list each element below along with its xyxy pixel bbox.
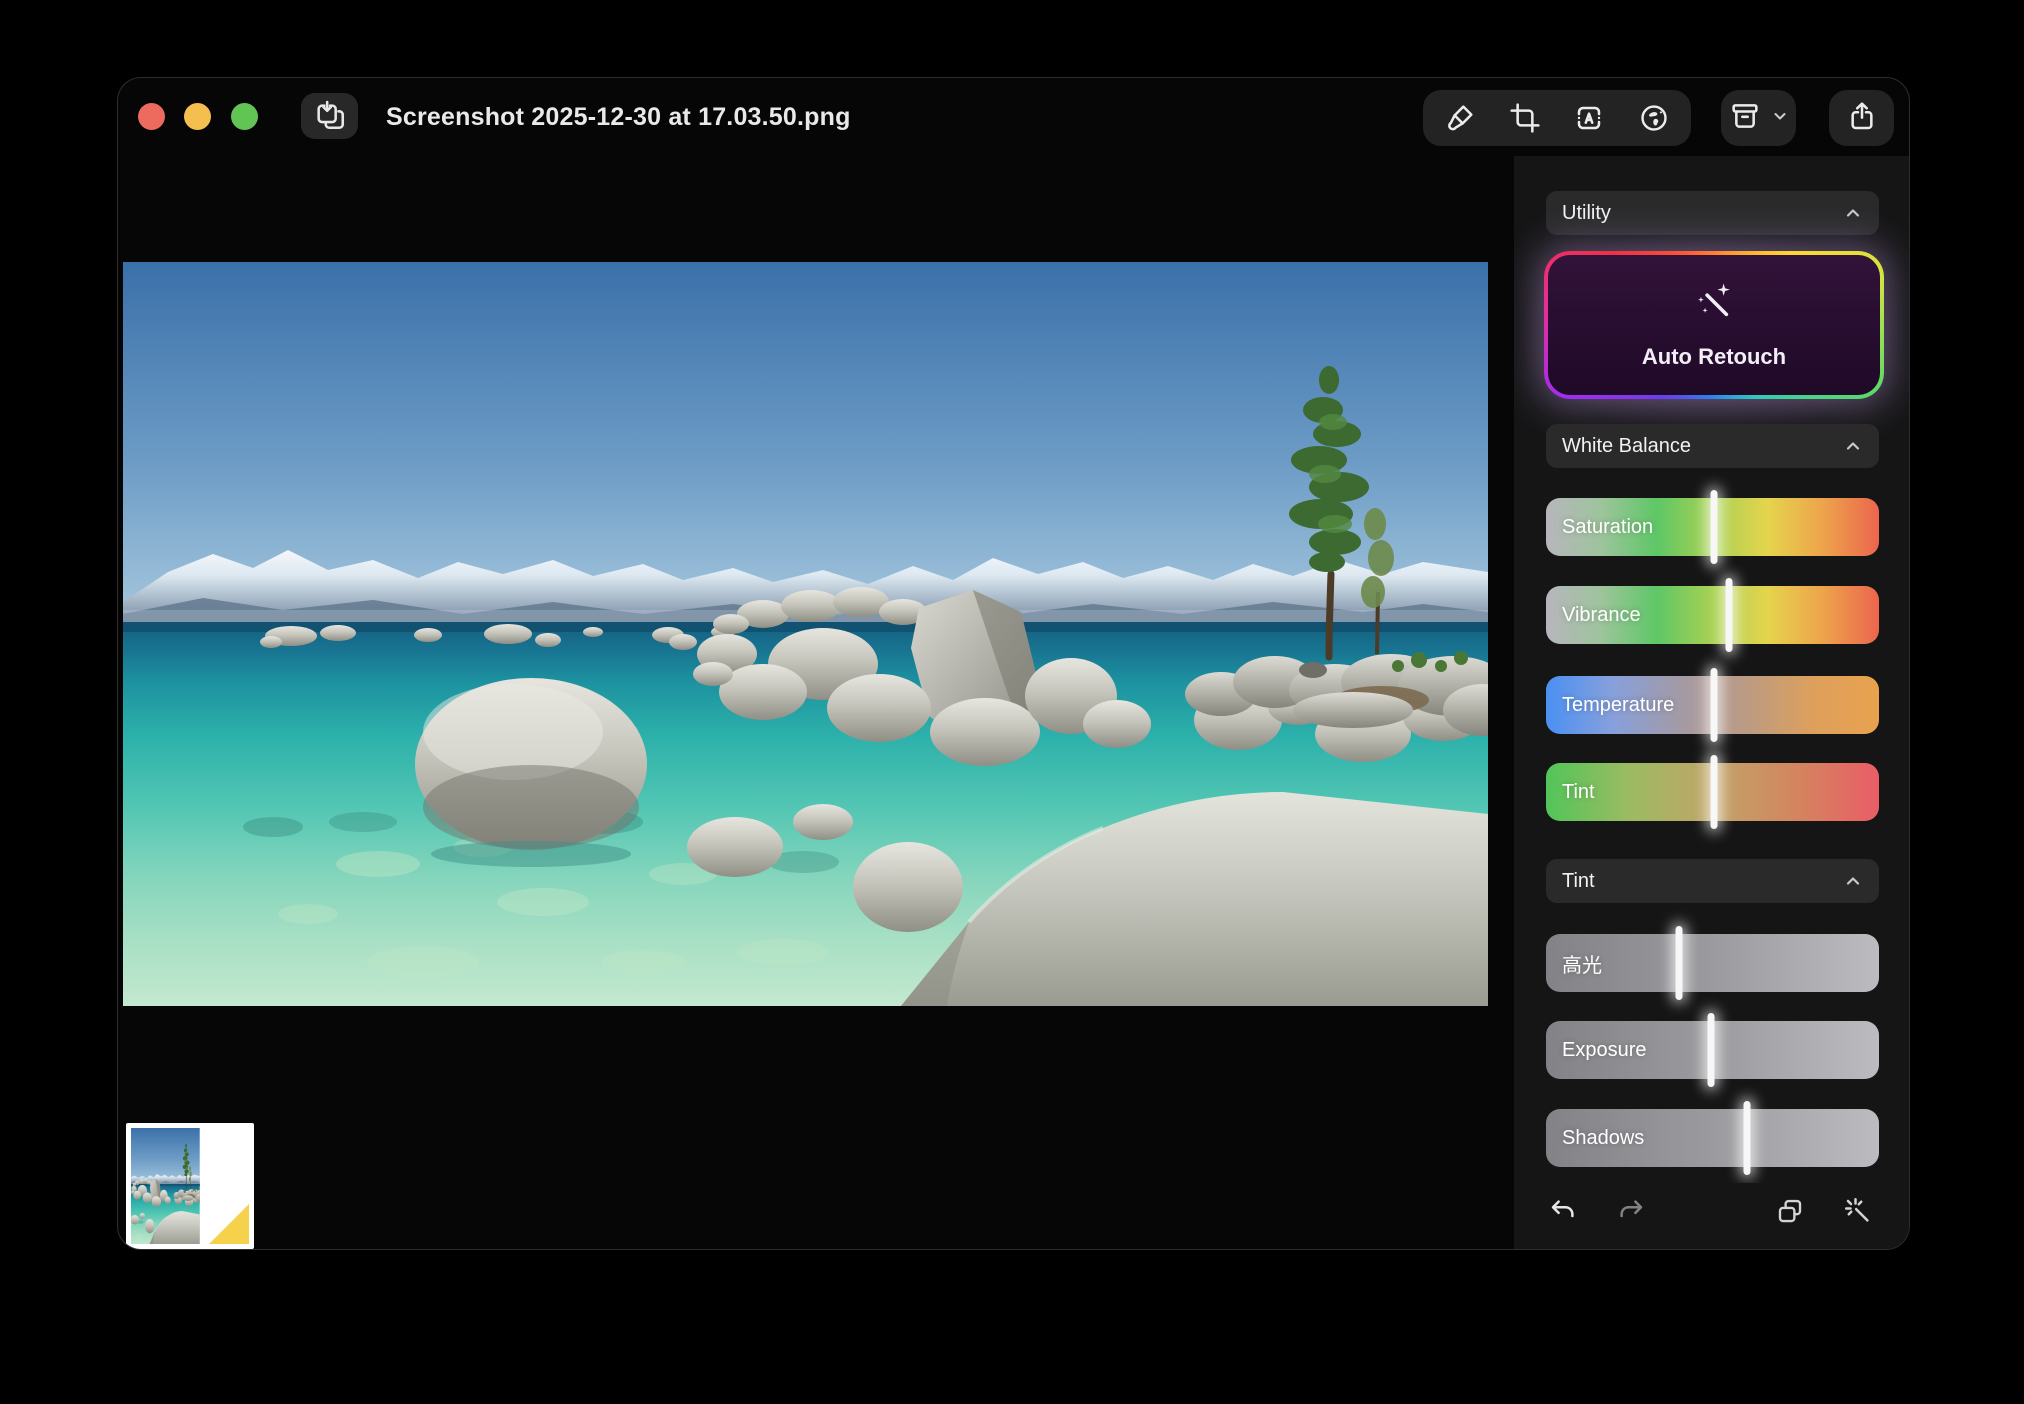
sidebar-footer [1514,1183,1909,1249]
slider-vibrance[interactable]: Vibrance [1546,586,1879,644]
thumbnail-image [131,1128,249,1244]
redo-icon [1616,1196,1646,1226]
close-button[interactable] [138,103,165,130]
archive-dropdown-button[interactable] [1721,90,1796,146]
chevron-up-icon [1843,436,1863,456]
slider-highlights[interactable]: 高光 [1546,934,1879,992]
auto-enhance-button[interactable] [1837,1191,1879,1231]
window-title: Screenshot 2025-12-30 at 17.03.50.png [386,78,851,156]
redo-button[interactable] [1610,1191,1652,1231]
markup-button[interactable] [1433,93,1487,143]
titlebar: Screenshot 2025-12-30 at 17.03.50.png [118,78,1909,156]
save-to-button[interactable] [301,93,358,139]
translate-globe-icon [1638,102,1670,134]
slider-handle[interactable] [1711,490,1718,564]
slider-handle[interactable] [1726,578,1733,652]
auto-enhance-icon [1843,1196,1873,1226]
live-text-button[interactable] [1562,93,1616,143]
slider-handle[interactable] [1711,755,1718,829]
copy-button[interactable] [1769,1191,1811,1231]
adjustments-scroll-area[interactable]: Utility Auto Retouch [1514,156,1909,1183]
auto-retouch-label: Auto Retouch [1642,344,1786,370]
translate-button[interactable] [1627,93,1681,143]
crop-button[interactable] [1498,93,1552,143]
share-button[interactable] [1829,90,1894,146]
slider-exposure[interactable]: Exposure [1546,1021,1879,1079]
share-icon [1846,100,1878,137]
slider-handle[interactable] [1711,668,1718,742]
undo-button[interactable] [1542,1191,1584,1231]
slider-label: Vibrance [1562,586,1641,644]
slider-label: Saturation [1562,498,1653,556]
chevron-up-icon [1843,871,1863,891]
section-header-white-balance[interactable]: White Balance [1546,424,1879,468]
undo-icon [1548,1196,1578,1226]
slider-handle[interactable] [1676,926,1683,1000]
thumbnail[interactable] [126,1123,254,1249]
live-text-icon [1573,102,1605,134]
slider-shadows[interactable]: Shadows [1546,1109,1879,1167]
adjustments-sidebar: Utility Auto Retouch [1514,156,1909,1249]
desktop-background: Screenshot 2025-12-30 at 17.03.50.png [0,0,2024,1404]
slider-handle[interactable] [1744,1101,1751,1175]
slider-saturation[interactable]: Saturation [1546,498,1879,556]
photo-canvas [123,262,1488,1006]
slider-label: Temperature [1562,676,1674,734]
auto-retouch-button[interactable]: Auto Retouch [1544,251,1884,399]
slider-handle[interactable] [1707,1013,1714,1087]
markup-toolbar-group [1423,90,1691,146]
slider-label: 高光 [1562,934,1602,992]
chevron-down-icon [1772,108,1788,129]
minimize-button[interactable] [184,103,211,130]
copy-icon [1775,1196,1805,1226]
chevron-up-icon [1843,203,1863,223]
lake-tahoe-photo [123,262,1488,1006]
archive-box-icon [1729,100,1761,137]
slider-tint[interactable]: Tint [1546,763,1879,821]
section-header-utility[interactable]: Utility [1546,191,1879,235]
zoom-button[interactable] [231,103,258,130]
magic-wand-icon [1692,280,1736,330]
crop-icon [1509,102,1541,134]
markup-brush-icon [1444,102,1476,134]
slider-label: Tint [1562,763,1595,821]
slider-label: Exposure [1562,1021,1647,1079]
preview-app-window: Screenshot 2025-12-30 at 17.03.50.png [117,77,1910,1250]
download-tray-icon [313,98,347,135]
slider-label: Shadows [1562,1109,1644,1167]
section-header-tint[interactable]: Tint [1546,859,1879,903]
slider-temperature[interactable]: Temperature [1546,676,1879,734]
